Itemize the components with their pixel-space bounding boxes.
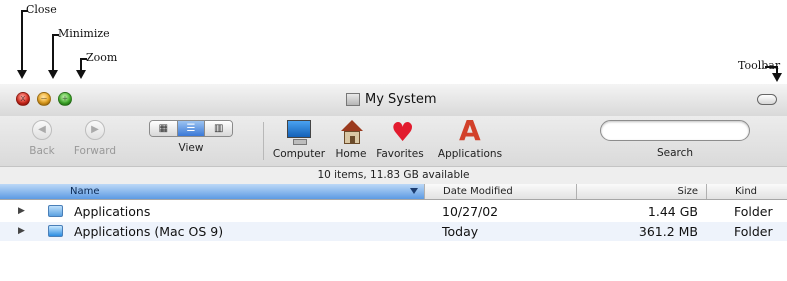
disclosure-triangle-icon[interactable]: ▶ <box>18 202 25 221</box>
heart-icon: ♥ <box>391 118 415 148</box>
view-segmented-control: ▦ ☰ ▥ <box>149 120 233 137</box>
favorites-button[interactable]: ♥ Favorites <box>372 120 428 160</box>
applications-label: Applications <box>437 148 503 160</box>
applications-button[interactable]: A Applications <box>432 114 508 161</box>
view-list-mode-button[interactable]: ☰ <box>177 121 206 136</box>
zoom-callout-arrow <box>76 70 86 79</box>
zoom-icon: + <box>62 94 68 104</box>
title-bar[interactable]: x – + My System <box>0 84 787 117</box>
favorites-label: Favorites <box>376 148 424 160</box>
home-button[interactable]: Home <box>330 120 372 160</box>
row-size: 1.44 GB <box>647 204 698 219</box>
row-kind: Folder <box>734 204 773 219</box>
close-callout-line <box>21 10 23 70</box>
search-input[interactable] <box>600 120 750 141</box>
zoom-callout-tick <box>80 58 87 60</box>
row-kind: Folder <box>734 224 773 239</box>
back-label: Back <box>29 145 55 157</box>
column-header-size[interactable]: Size <box>576 184 706 199</box>
search-label: Search <box>656 147 694 159</box>
forward-arrow-icon: ▶ <box>85 120 105 140</box>
close-callout-tick <box>21 10 28 12</box>
applications-icon: A <box>459 114 481 147</box>
toolbar-callout-arrow <box>772 73 782 82</box>
toolbar-toggle-button[interactable] <box>757 94 777 105</box>
minimize-callout-arrow <box>48 70 58 79</box>
row-date: 10/27/02 <box>442 204 499 219</box>
table-row[interactable]: ▶ Applications 10/27/02 1.44 GB Folder <box>0 202 787 221</box>
row-name: Applications <box>74 204 151 219</box>
disclosure-triangle-icon[interactable]: ▶ <box>18 222 25 241</box>
window-title-group: My System <box>346 92 437 107</box>
folder-icon <box>48 225 63 237</box>
computer-button[interactable]: Computer <box>270 120 328 160</box>
home-label: Home <box>335 148 367 160</box>
view-control: ▦ ☰ ▥ View <box>146 120 236 154</box>
minimize-icon: – <box>41 94 47 104</box>
folder-icon <box>48 205 63 217</box>
status-bar: 10 items, 11.83 GB available <box>0 166 787 185</box>
view-icon-mode-button[interactable]: ▦ <box>150 121 178 136</box>
column-header-name[interactable]: Name <box>0 184 424 199</box>
close-annotation: Close <box>26 3 57 16</box>
hard-drive-icon <box>346 93 360 106</box>
minimize-callout-line <box>52 34 54 70</box>
home-icon <box>337 120 365 146</box>
search-group: Search <box>595 120 755 159</box>
back-button[interactable]: ◀ Back <box>22 120 62 157</box>
sort-descending-icon <box>410 188 418 194</box>
toolbar-separator <box>263 122 264 160</box>
computer-icon <box>285 120 313 146</box>
finder-window: x – + My System ◀ Back ▶ Forward ▦ ☰ ▥ V… <box>0 84 787 281</box>
forward-button[interactable]: ▶ Forward <box>70 120 120 157</box>
row-size: 361.2 MB <box>638 224 698 239</box>
back-arrow-icon: ◀ <box>32 120 52 140</box>
minimize-callout-tick <box>52 34 59 36</box>
minimize-button[interactable]: – <box>37 92 51 106</box>
list-header: Name Date Modified Size Kind <box>0 184 787 200</box>
zoom-button[interactable]: + <box>58 92 72 106</box>
toolbar: ◀ Back ▶ Forward ▦ ☰ ▥ View Computer Hom… <box>0 116 787 166</box>
close-icon: x <box>20 94 26 104</box>
row-name: Applications (Mac OS 9) <box>74 224 224 239</box>
zoom-annotation: Zoom <box>86 51 118 64</box>
forward-label: Forward <box>73 145 117 157</box>
close-button[interactable]: x <box>16 92 30 106</box>
column-name-label: Name <box>70 186 100 197</box>
computer-label: Computer <box>272 148 326 160</box>
row-date: Today <box>442 224 479 239</box>
column-header-kind[interactable]: Kind <box>706 184 787 199</box>
table-row[interactable]: ▶ Applications (Mac OS 9) Today 361.2 MB… <box>0 222 787 241</box>
minimize-annotation: Minimize <box>58 27 110 40</box>
window-title: My System <box>365 92 437 107</box>
view-column-mode-button[interactable]: ▥ <box>205 121 232 136</box>
close-callout-arrow <box>17 70 27 79</box>
view-label: View <box>178 142 204 154</box>
column-header-date[interactable]: Date Modified <box>424 184 576 199</box>
